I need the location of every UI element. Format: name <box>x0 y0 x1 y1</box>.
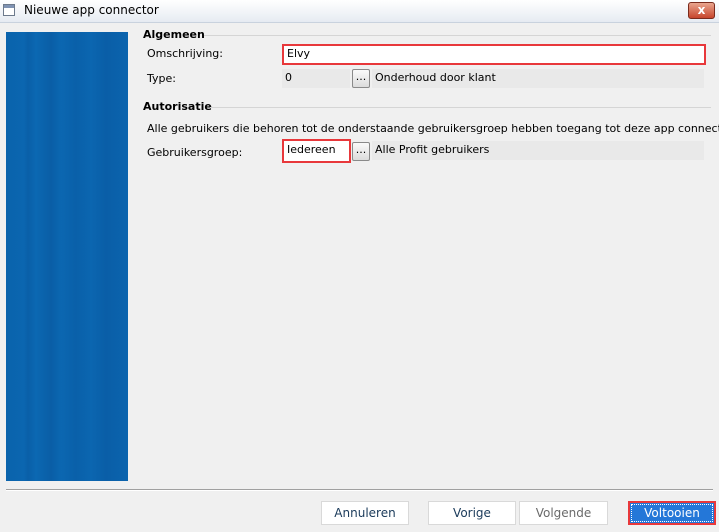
section-heading-autorisatie: Autorisatie <box>143 100 212 113</box>
type-code-field[interactable]: 0 <box>282 69 350 88</box>
type-lookup-button[interactable]: ... <box>352 69 370 88</box>
close-button[interactable]: x <box>688 2 715 19</box>
gebruikersgroep-description-field: Alle Profit gebruikers <box>372 141 704 160</box>
section-heading-algemeen: Algemeen <box>143 28 205 41</box>
section-divider <box>210 107 711 108</box>
title-bar: Nieuwe app connector x <box>0 0 719 23</box>
gebruikersgroep-lookup-button[interactable]: ... <box>352 142 370 161</box>
gebruikersgroep-input[interactable]: Iedereen <box>282 139 351 163</box>
footer-divider-highlight <box>6 490 713 491</box>
annuleren-button[interactable]: Annuleren <box>321 501 409 525</box>
type-label: Type: <box>147 72 176 85</box>
wizard-side-banner <box>6 32 128 481</box>
section-divider <box>204 35 711 36</box>
gebruikersgroep-label: Gebruikersgroep: <box>147 146 243 159</box>
volgende-button[interactable]: Volgende <box>519 501 608 525</box>
vorige-button[interactable]: Vorige <box>428 501 516 525</box>
omschrijving-input[interactable]: Elvy <box>282 44 706 65</box>
window-app-icon <box>3 4 15 16</box>
voltooien-button[interactable]: Voltooien <box>628 501 716 525</box>
autorisatie-description: Alle gebruikers die behoren tot de onder… <box>147 122 719 135</box>
omschrijving-label: Omschrijving: <box>147 47 223 60</box>
type-description-field: Onderhoud door klant <box>372 69 704 88</box>
window-title: Nieuwe app connector <box>24 3 159 17</box>
